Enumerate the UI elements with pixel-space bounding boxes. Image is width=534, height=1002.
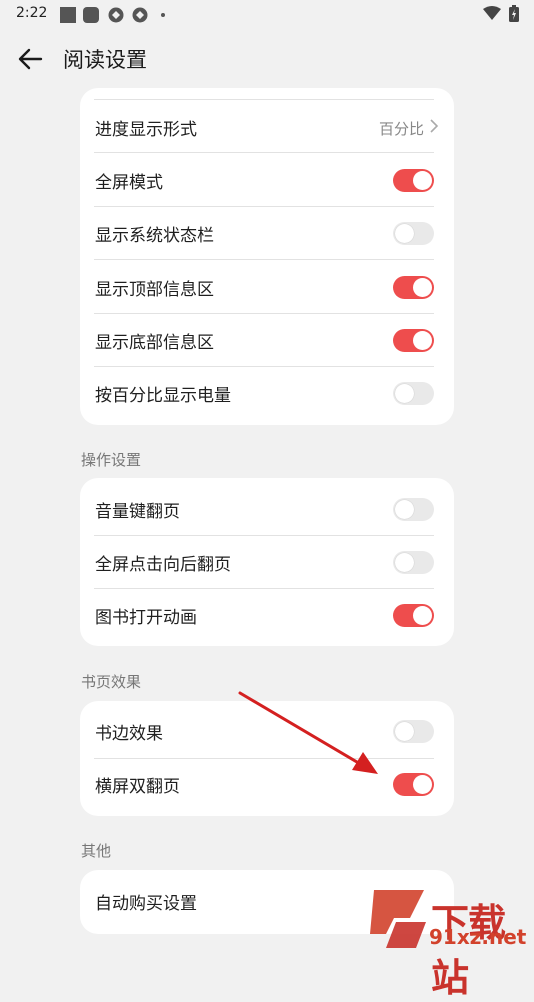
book-edge-toggle[interactable] <box>393 720 434 743</box>
setting-label: 音量键翻页 <box>95 502 180 522</box>
fullscreen-toggle[interactable] <box>393 169 434 192</box>
section-title-operation: 操作设置 <box>81 451 142 469</box>
system-status-bar-row: 显示系统状态栏 <box>80 206 454 259</box>
bottom-info-row: 显示底部信息区 <box>80 313 454 366</box>
book-edge-row: 书边效果 <box>80 704 454 757</box>
battery-percent-toggle[interactable] <box>393 382 434 405</box>
page-effect-settings-card: 书边效果 横屏双翻页 <box>80 701 454 816</box>
setting-value: 百分比 <box>378 120 424 138</box>
chevron-right-icon <box>430 119 439 133</box>
app-notification-icon <box>83 7 99 23</box>
app-notification-icon <box>60 7 76 23</box>
page-title: 阅读设置 <box>63 48 147 72</box>
top-info-row: 显示顶部信息区 <box>80 260 454 313</box>
volume-key-flip-toggle[interactable] <box>393 498 434 521</box>
top-info-toggle[interactable] <box>393 276 434 299</box>
fullscreen-row: 全屏模式 <box>80 153 454 206</box>
setting-label: 全屏点击向后翻页 <box>95 555 231 575</box>
display-settings-card: 进度显示形式 百分比 全屏模式 显示系统状态栏 显示顶部信息区 显示底部信息区 … <box>80 88 454 425</box>
operation-settings-card: 音量键翻页 全屏点击向后翻页 图书打开动画 <box>80 478 454 646</box>
setting-label: 进度显示形式 <box>95 120 197 140</box>
notification-dot-icon <box>161 13 165 17</box>
section-title-page-effect: 书页效果 <box>81 673 142 691</box>
section-title-other: 其他 <box>81 842 112 860</box>
progress-display-row[interactable]: 进度显示形式 百分比 <box>80 100 454 153</box>
setting-label: 显示顶部信息区 <box>95 280 214 300</box>
volume-key-flip-row: 音量键翻页 <box>80 482 454 535</box>
status-bar: 2:22 <box>0 0 534 28</box>
setting-label: 横屏双翻页 <box>95 777 180 797</box>
app-notification-icon <box>132 7 148 23</box>
fullscreen-tap-flip-toggle[interactable] <box>393 551 434 574</box>
watermark-url: 91xz.net <box>429 925 527 949</box>
open-animation-row: 图书打开动画 <box>80 588 454 641</box>
open-animation-toggle[interactable] <box>393 604 434 627</box>
landscape-double-row: 横屏双翻页 <box>80 757 454 810</box>
setting-label: 显示底部信息区 <box>95 333 214 353</box>
fullscreen-tap-flip-row: 全屏点击向后翻页 <box>80 535 454 588</box>
watermark-logo-icon <box>370 890 426 948</box>
setting-label: 图书打开动画 <box>95 608 197 628</box>
app-notification-icon <box>108 7 124 23</box>
setting-label: 书边效果 <box>95 724 163 744</box>
bottom-info-toggle[interactable] <box>393 329 434 352</box>
landscape-double-toggle[interactable] <box>393 773 434 796</box>
battery-icon <box>509 5 519 22</box>
status-time: 2:22 <box>16 5 48 21</box>
setting-label: 自动购买设置 <box>95 894 197 914</box>
setting-label: 全屏模式 <box>95 173 163 193</box>
system-status-bar-toggle[interactable] <box>393 222 434 245</box>
app-bar: 阅读设置 <box>0 30 534 86</box>
setting-label: 按百分比显示电量 <box>95 386 231 406</box>
arrow-left-icon[interactable] <box>16 44 46 74</box>
setting-label: 显示系统状态栏 <box>95 226 214 246</box>
battery-percent-row: 按百分比显示电量 <box>80 366 454 419</box>
wifi-icon <box>483 6 501 20</box>
